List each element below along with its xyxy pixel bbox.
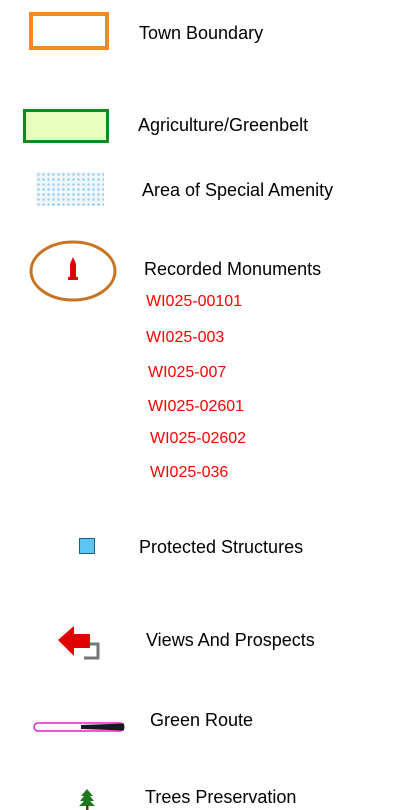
monument-id: WI025-00101 — [146, 293, 243, 310]
views-prospects-label: Views And Prospects — [146, 630, 315, 650]
views-arrow-icon — [58, 626, 100, 660]
recorded-monuments-label: Recorded Monuments — [144, 259, 322, 279]
green-route-icon — [33, 722, 125, 732]
monument-id: WI025-02602 — [150, 430, 247, 447]
green-route-label: Green Route — [150, 710, 254, 730]
agriculture-greenbelt-label: Agriculture/Greenbelt — [138, 115, 309, 135]
protected-structures-label: Protected Structures — [139, 537, 304, 557]
agriculture-greenbelt-symbol — [23, 109, 109, 143]
monument-id: WI025-003 — [146, 329, 225, 346]
special-amenity-symbol — [36, 172, 104, 206]
town-boundary-label: Town Boundary — [139, 23, 264, 43]
monument-id: WI025-007 — [148, 364, 227, 381]
tree-icon — [79, 789, 95, 810]
town-boundary-symbol — [29, 12, 109, 50]
monument-id: WI025-036 — [150, 464, 229, 481]
protected-structure-icon — [79, 538, 95, 554]
special-amenity-label: Area of Special Amenity — [142, 180, 334, 200]
monument-ring-icon — [29, 240, 117, 302]
trees-preservation-label: Trees Preservation — [145, 787, 297, 807]
monument-id: WI025-02601 — [148, 398, 245, 415]
